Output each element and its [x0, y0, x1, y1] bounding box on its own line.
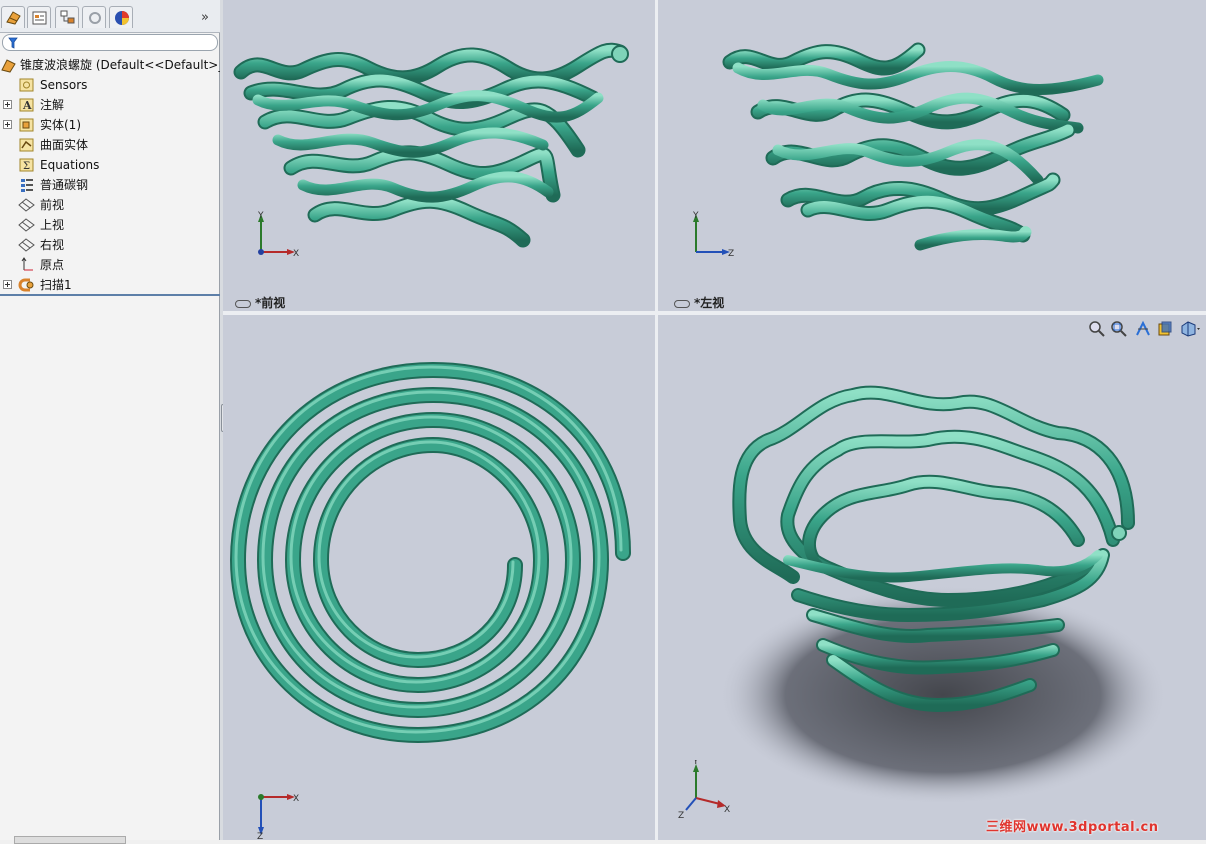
dimxpert-icon [89, 12, 101, 24]
zoom-to-fit-icon[interactable] [1088, 320, 1106, 338]
viewport-front[interactable]: Y X *前视 [223, 0, 655, 311]
viewport-left[interactable]: Y Z *左视 [658, 0, 1206, 311]
axis-triad-left: Y Z [692, 211, 734, 259]
configurationmanager-tab[interactable] [55, 6, 79, 28]
annotations-icon: A [18, 97, 35, 113]
plane-icon [18, 197, 35, 213]
appearance-icon [115, 11, 129, 25]
viewport-label-left: *左视 [674, 294, 724, 311]
watermark: 三维网www.3dportal.cn [986, 820, 1159, 835]
tree-item-top-plane[interactable]: 上视 [0, 215, 220, 235]
triad-label: Z [678, 811, 684, 820]
featuremanager-tab[interactable] [1, 6, 25, 28]
tree-item-sensors[interactable]: Sensors [0, 75, 220, 95]
expand-toggle[interactable] [3, 280, 12, 289]
equations-icon: Σ [18, 157, 35, 173]
plane-icon [18, 217, 35, 233]
sweep-icon [18, 277, 35, 293]
triad-label: Y [257, 211, 264, 221]
material-icon [18, 177, 35, 193]
link-views-icon [235, 299, 251, 308]
panel-scrollbar[interactable] [14, 836, 126, 844]
tree-filter-field[interactable] [2, 34, 218, 51]
sensors-icon [18, 77, 35, 93]
tree-item-front-plane[interactable]: 前视 [0, 195, 220, 215]
viewport-isometric[interactable]: Y X Z [658, 315, 1206, 840]
helix-model-isometric[interactable] [658, 315, 1206, 840]
tree-item-annotations[interactable]: A 注解 [0, 95, 220, 115]
helix-model-front[interactable] [223, 0, 655, 311]
svg-text:Σ: Σ [23, 161, 30, 172]
triad-label: Y [692, 760, 699, 767]
panel-tab-bar: » [0, 0, 220, 33]
triad-label: Y [692, 211, 699, 221]
tree-item-label: 前视 [40, 198, 65, 212]
triad-label: Z [257, 832, 263, 840]
plane-icon [18, 237, 35, 253]
display-style-icon[interactable] [1180, 320, 1200, 338]
origin-icon [18, 257, 35, 273]
tree-item-label: 上视 [40, 218, 65, 232]
part-icon [0, 57, 17, 73]
tree-item-label: 扫描1 [40, 278, 72, 292]
view-orientation-icon[interactable] [1156, 320, 1174, 338]
helix-model-left[interactable] [658, 0, 1206, 311]
tree-item-label: 普通碳钢 [40, 178, 89, 192]
triad-label: X [293, 249, 299, 259]
configurationmanager-icon [60, 10, 75, 24]
axis-triad-top: X Z [257, 794, 299, 840]
filter-icon [8, 37, 18, 49]
tree-item-label: 曲面实体 [40, 138, 89, 152]
expand-toggle[interactable] [3, 100, 12, 109]
propertymanager-icon [32, 11, 47, 25]
helix-model-top[interactable] [223, 315, 655, 840]
viewport-top[interactable]: X Z [223, 315, 655, 840]
viewport-label-front: *前视 [235, 294, 285, 311]
axis-triad-front: Y X [257, 211, 299, 259]
section-view-icon[interactable] [1134, 320, 1152, 338]
tree-item-origin[interactable]: 原点 [0, 255, 220, 275]
tree-item-label: Sensors [40, 78, 88, 92]
heads-up-view-toolbar [1088, 320, 1206, 340]
tree-item-label: 右视 [40, 238, 65, 252]
axis-triad-isometric: Y X Z [678, 760, 730, 820]
tree-item-label: 原点 [40, 258, 65, 272]
tree-item-label: 注解 [40, 98, 65, 112]
link-views-icon [674, 299, 690, 308]
viewport-splitter-horizontal[interactable] [223, 311, 1206, 315]
solid-bodies-icon [18, 117, 35, 133]
tree-item-right-plane[interactable]: 右视 [0, 235, 220, 255]
more-tabs-button[interactable]: » [201, 10, 209, 25]
tree-item-part[interactable]: 锥度波浪螺旋 (Default<<Default>_ [0, 55, 224, 75]
rollback-bar[interactable] [0, 294, 220, 296]
tree-item-label: 实体(1) [40, 118, 81, 132]
tree-item-label: Equations [40, 158, 100, 172]
feature-tree: 锥度波浪螺旋 (Default<<Default>_ Sensors A 注解 … [0, 55, 224, 295]
tree-item-sweep[interactable]: 扫描1 [0, 275, 220, 295]
tree-item-surface-bodies[interactable]: 曲面实体 [0, 135, 220, 155]
expand-toggle[interactable] [3, 120, 12, 129]
triad-label: X [293, 794, 299, 804]
viewport-splitter-vertical[interactable] [655, 0, 658, 840]
triad-label: X [724, 805, 730, 815]
tree-item-solid-bodies[interactable]: 实体(1) [0, 115, 220, 135]
tree-item-equations[interactable]: Σ Equations [0, 155, 220, 175]
tree-item-material[interactable]: 普通碳钢 [0, 175, 220, 195]
zoom-to-area-icon[interactable] [1110, 320, 1128, 338]
tree-item-label: 锥度波浪螺旋 (Default<<Default>_ [20, 58, 225, 72]
appearance-tab[interactable] [109, 6, 133, 28]
surface-bodies-icon [18, 137, 35, 153]
dimxpert-tab[interactable] [82, 6, 106, 28]
svg-text:A: A [22, 99, 32, 112]
propertymanager-tab[interactable] [27, 6, 51, 28]
feature-manager-panel: » 锥度波浪螺旋 (Default<<Default>_ Sensors A 注… [0, 0, 224, 844]
triad-label: Z [728, 249, 734, 259]
featuremanager-icon [6, 11, 21, 25]
